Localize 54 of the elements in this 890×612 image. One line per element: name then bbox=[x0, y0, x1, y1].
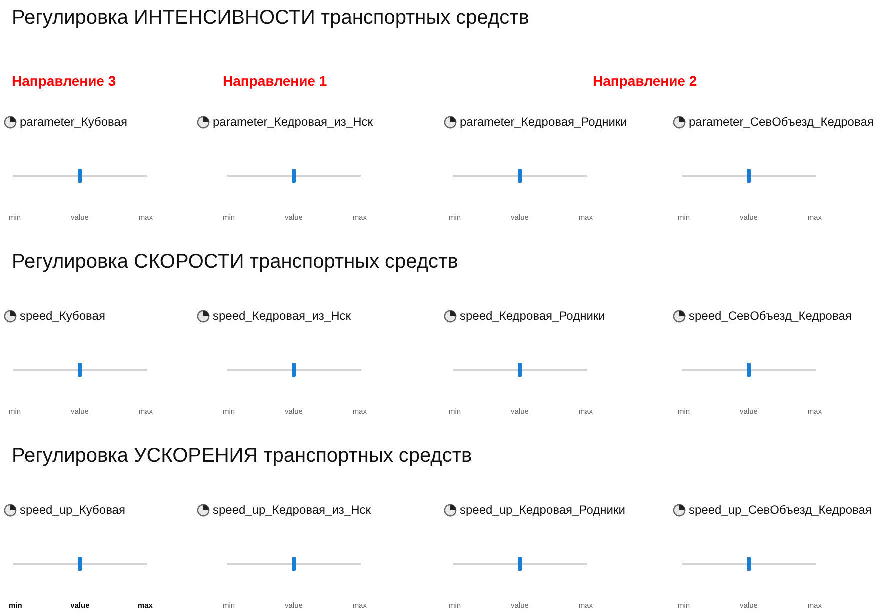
direction-heading: Направление 2 bbox=[593, 72, 698, 90]
slider-label: parameter_Кедровая_Родники bbox=[460, 115, 628, 129]
direction-heading: Направление 1 bbox=[223, 72, 328, 90]
gauge-icon bbox=[444, 310, 457, 322]
gauge-icon bbox=[673, 116, 686, 128]
slider-label: speed_Кедровая_из_Нск bbox=[213, 309, 351, 323]
slider-label: speed_up_Кубовая bbox=[20, 503, 126, 517]
slider-label: parameter_Кедровая_из_Нск bbox=[213, 115, 373, 129]
slider[interactable] bbox=[453, 363, 587, 377]
section-title: Регулировка ИНТЕНСИВНОСТИ транспортных средств bbox=[12, 6, 530, 30]
slider[interactable] bbox=[453, 169, 587, 183]
slider-thumb[interactable] bbox=[292, 363, 296, 377]
slider-thumb[interactable] bbox=[518, 557, 522, 571]
gauge-icon bbox=[4, 310, 17, 322]
slider-label: speed_Кедровая_Родники bbox=[460, 309, 606, 323]
slider[interactable] bbox=[13, 363, 147, 377]
section-title: Регулировка СКОРОСТИ транспортных средств bbox=[12, 250, 460, 274]
slider[interactable] bbox=[682, 363, 816, 377]
gauge-icon bbox=[197, 504, 210, 516]
slider[interactable] bbox=[682, 169, 816, 183]
slider[interactable] bbox=[682, 557, 816, 571]
gauge-icon bbox=[4, 116, 17, 128]
slider-label: speed_up_СевОбъезд_Кедровая bbox=[689, 503, 872, 517]
gauge-icon bbox=[4, 504, 17, 516]
slider-label: speed_СевОбъезд_Кедровая bbox=[689, 309, 852, 323]
gauge-icon bbox=[197, 116, 210, 128]
slider[interactable] bbox=[13, 557, 147, 571]
slider-thumb[interactable] bbox=[78, 363, 82, 377]
slider-label: speed_Кубовая bbox=[20, 309, 106, 323]
slider-thumb[interactable] bbox=[747, 169, 751, 183]
slider-thumb[interactable] bbox=[78, 169, 82, 183]
slider-label: parameter_Кубовая bbox=[20, 115, 128, 129]
slider[interactable] bbox=[13, 169, 147, 183]
slider[interactable] bbox=[227, 363, 361, 377]
slider-thumb[interactable] bbox=[78, 557, 82, 571]
gauge-icon bbox=[444, 116, 457, 128]
slider[interactable] bbox=[453, 557, 587, 571]
slider[interactable] bbox=[227, 557, 361, 571]
section-title: Регулировка УСКОРЕНИЯ транспортных средств bbox=[12, 444, 474, 468]
direction-heading: Направление 3 bbox=[12, 72, 118, 90]
slider-thumb[interactable] bbox=[518, 169, 522, 183]
slider-thumb[interactable] bbox=[747, 363, 751, 377]
slider-label: parameter_СевОбъезд_Кедровая bbox=[689, 115, 874, 129]
slider[interactable] bbox=[227, 169, 361, 183]
slider-thumb[interactable] bbox=[292, 169, 296, 183]
slider-thumb[interactable] bbox=[518, 363, 522, 377]
slider-label: speed_up_Кедровая_Родники bbox=[460, 503, 626, 517]
slider-thumb[interactable] bbox=[747, 557, 751, 571]
gauge-icon bbox=[673, 504, 686, 516]
gauge-icon bbox=[197, 310, 210, 322]
gauge-icon bbox=[444, 504, 457, 516]
slider-thumb[interactable] bbox=[292, 557, 296, 571]
slider-label: speed_up_Кедровая_из_Нск bbox=[213, 503, 372, 517]
gauge-icon bbox=[673, 310, 686, 322]
